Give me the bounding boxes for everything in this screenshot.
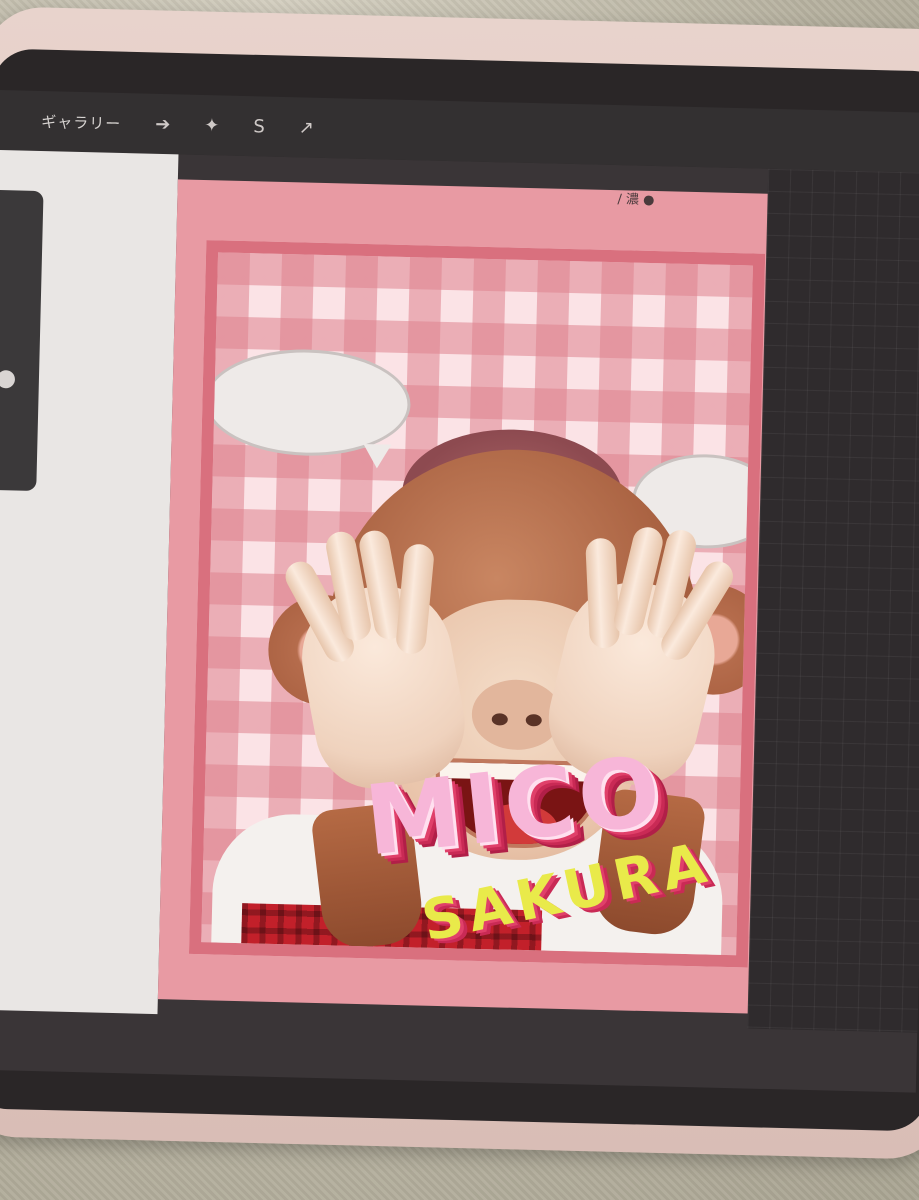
gallery-button[interactable]: ギャラリー: [41, 111, 122, 134]
workspace: / 濃 ● ✿: [0, 149, 919, 1093]
slider-knob[interactable]: [0, 370, 16, 389]
brush-size-slider[interactable]: [0, 189, 44, 492]
finger: [585, 537, 621, 649]
nostril-left: [491, 713, 508, 726]
adjustments-icon[interactable]: ✦: [204, 115, 220, 136]
canvas-status: / 濃 ●: [617, 192, 655, 209]
photo-scene: ギャラリー ➔ ✦ S ↗ / 濃 ● ✿: [0, 0, 919, 1200]
transform-icon[interactable]: ↗: [299, 117, 315, 138]
wrench-icon[interactable]: ➔: [155, 113, 171, 134]
grid-area: [747, 168, 919, 1033]
selection-icon[interactable]: S: [253, 116, 265, 137]
left-panel: [0, 149, 179, 1015]
nostril-right: [525, 714, 542, 727]
